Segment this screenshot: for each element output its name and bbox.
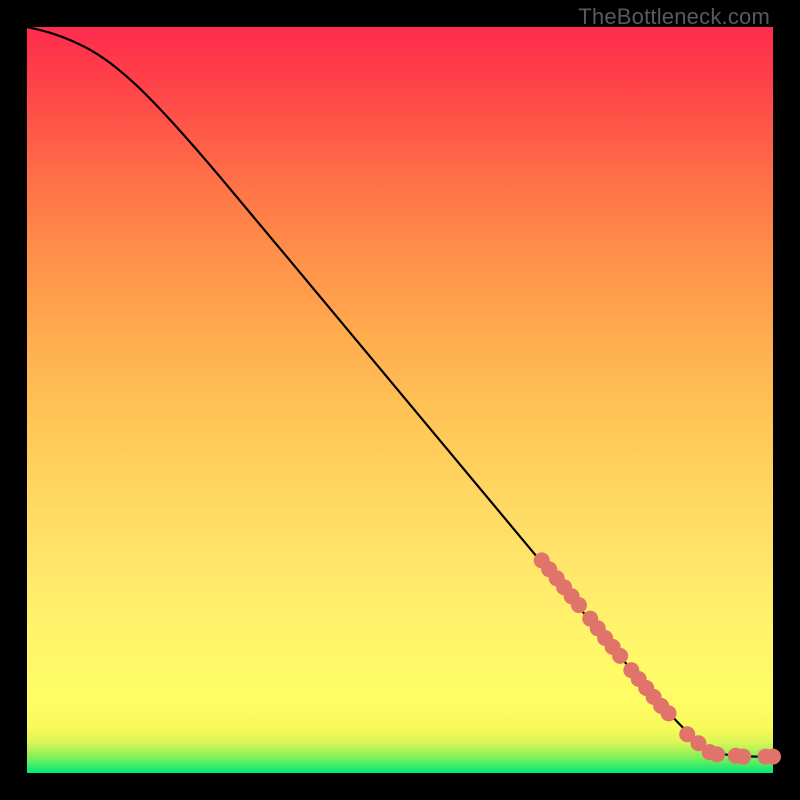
- data-point: [661, 705, 677, 721]
- data-point: [571, 597, 587, 613]
- bottleneck-curve: [27, 27, 773, 757]
- data-point: [612, 648, 628, 664]
- chart-svg: [27, 27, 773, 773]
- chart-frame: TheBottleneck.com: [0, 0, 800, 800]
- data-point: [709, 746, 725, 762]
- plot-area: [27, 27, 773, 773]
- data-point: [735, 749, 751, 765]
- data-point: [765, 749, 781, 765]
- watermark-text: TheBottleneck.com: [578, 4, 770, 30]
- data-markers: [534, 552, 781, 764]
